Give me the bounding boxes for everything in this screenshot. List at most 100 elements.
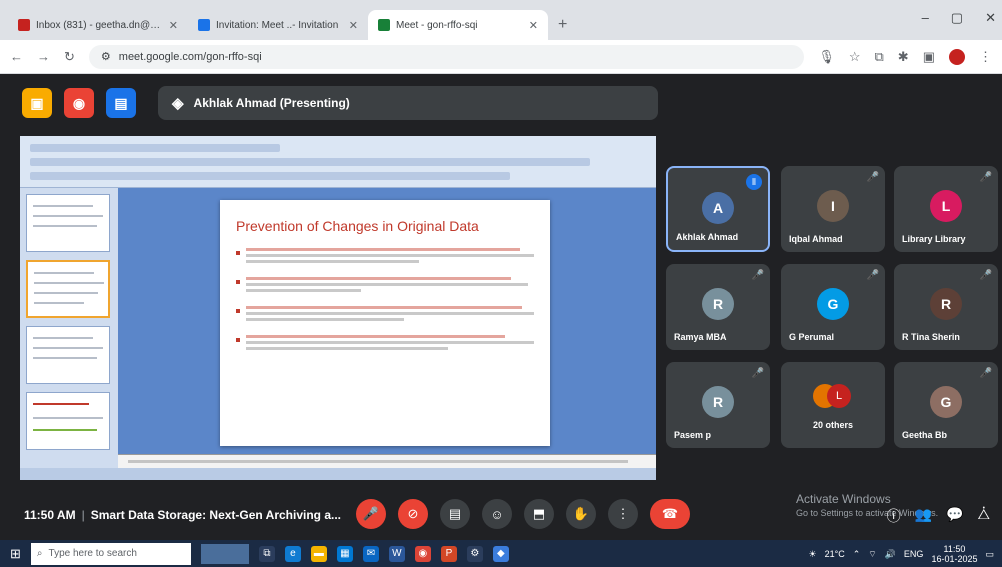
puzzle-icon[interactable]: ✱ bbox=[898, 49, 909, 65]
url-input[interactable]: ⚙ meet.google.com/gon-rffo-sqi bbox=[88, 44, 805, 69]
meet-header: ▣ ◉ ▤ ◈ Akhlak Ahmad (Presenting) bbox=[0, 74, 1002, 132]
news-widget-image[interactable] bbox=[200, 543, 249, 564]
browser-tab-gmail[interactable]: Inbox (831) - geetha.dn@ant... ✕ bbox=[8, 10, 188, 40]
more-menu-icon[interactable]: ⋮ bbox=[979, 49, 992, 65]
close-tab-icon[interactable]: ✕ bbox=[349, 19, 358, 32]
chrome-icon[interactable]: ◉ bbox=[414, 545, 431, 562]
participant-tile[interactable]: R 🎤 Ramya MBA bbox=[666, 264, 770, 350]
edge-browser-icon[interactable]: e bbox=[284, 545, 301, 562]
app-icon[interactable]: ◆ bbox=[492, 545, 509, 562]
people-icon[interactable]: 👥 bbox=[915, 506, 932, 526]
task-view-icon[interactable]: ⧉ bbox=[258, 545, 275, 562]
powerpoint-icon[interactable]: P bbox=[440, 545, 457, 562]
forward-icon[interactable]: → bbox=[37, 49, 50, 64]
activities-icon[interactable]: ⧊ bbox=[978, 506, 991, 526]
camera-off-button[interactable]: ⊘ bbox=[398, 499, 428, 529]
slide-thumbnail bbox=[26, 326, 110, 384]
chat-icon[interactable]: 💬 bbox=[946, 506, 963, 526]
store-icon[interactable]: ▦ bbox=[336, 545, 353, 562]
raise-hand-button[interactable]: ✋ bbox=[566, 499, 596, 529]
participant-tile[interactable]: A ⦀ Akhlak Ahmad bbox=[666, 166, 770, 252]
taskbar-search-input[interactable]: ⌕ Type here to search bbox=[30, 542, 191, 565]
file-explorer-icon[interactable]: ▬ bbox=[310, 545, 327, 562]
close-tab-icon[interactable]: ✕ bbox=[169, 19, 178, 32]
speaker-notes bbox=[118, 454, 656, 468]
recording-app-icon[interactable]: ◉ bbox=[64, 88, 94, 118]
extensions-icon[interactable]: ⧉ bbox=[875, 49, 884, 65]
participant-tile[interactable]: R 🎤 Pasem p bbox=[666, 362, 770, 448]
slide-thumbnail bbox=[26, 194, 110, 252]
meeting-title: Smart Data Storage: Next-Gen Archiving a… bbox=[90, 508, 342, 522]
minimize-button[interactable]: – bbox=[922, 10, 929, 26]
others-count: 20 others bbox=[812, 420, 854, 430]
ribbon-tools bbox=[30, 172, 510, 180]
participant-name: Geetha Bb bbox=[902, 430, 948, 440]
tray-chevron-icon[interactable]: ⌃ bbox=[853, 549, 861, 560]
mic-muted-icon: 🎤 bbox=[751, 368, 764, 379]
back-icon[interactable]: ← bbox=[10, 49, 23, 64]
browser-tab-invitation[interactable]: Invitation: Meet ..- Invitation ✕ bbox=[188, 10, 368, 40]
tab-title: Meet - gon-rffo-sqi bbox=[396, 19, 478, 31]
participant-name: R Tina Sherin bbox=[902, 332, 960, 342]
slides-app-icon[interactable]: ▣ bbox=[22, 88, 52, 118]
slide-thumbnail bbox=[26, 260, 110, 318]
slide-bullet bbox=[236, 277, 534, 295]
ribbon-tools bbox=[30, 158, 590, 166]
avatar: G bbox=[930, 386, 962, 418]
settings-icon[interactable]: ⚙ bbox=[466, 545, 483, 562]
address-bar: ← → ↻ ⚙ meet.google.com/gon-rffo-sqi 🎙 ☆… bbox=[0, 40, 1002, 74]
language-icon[interactable]: ENG bbox=[904, 549, 924, 559]
others-tile[interactable]: L 20 others bbox=[781, 362, 885, 448]
emoji-button[interactable]: ☺ bbox=[482, 499, 512, 529]
close-tab-icon[interactable]: ✕ bbox=[529, 19, 538, 32]
slide-bullet bbox=[236, 248, 534, 266]
participant-name: Akhlak Ahmad bbox=[676, 232, 739, 242]
windows-start-icon[interactable]: ⊞ bbox=[10, 546, 21, 562]
slide-bullet bbox=[236, 335, 534, 353]
browser-tab-strip: Inbox (831) - geetha.dn@ant... ✕ Invitat… bbox=[0, 0, 1002, 40]
weather-icon[interactable]: ☀ bbox=[809, 549, 817, 560]
participant-tile[interactable]: I 🎤 Iqbal Ahmad bbox=[781, 166, 885, 252]
participant-name: Ramya MBA bbox=[674, 332, 727, 342]
participant-tile[interactable]: L 🎤 Library Library bbox=[894, 166, 998, 252]
notifications-icon[interactable]: ▭ bbox=[985, 549, 994, 560]
participant-name: Pasem p bbox=[674, 430, 712, 440]
meet-favicon-icon bbox=[378, 19, 390, 31]
docs-app-icon[interactable]: ▤ bbox=[106, 88, 136, 118]
taskbar-clock[interactable]: 11:50 16-01-2025 bbox=[931, 544, 977, 564]
reload-icon[interactable]: ↻ bbox=[64, 49, 75, 65]
slide-thumbnail bbox=[26, 392, 110, 450]
close-window-button[interactable]: ✕ bbox=[985, 10, 996, 26]
volume-icon[interactable]: 🔊 bbox=[885, 549, 896, 560]
participant-tile[interactable]: R 🎤 R Tina Sherin bbox=[894, 264, 998, 350]
present-button[interactable]: ⬒ bbox=[524, 499, 554, 529]
info-icon[interactable]: ⓘ bbox=[887, 506, 901, 526]
maximize-button[interactable]: ▢ bbox=[951, 10, 963, 26]
windows-taskbar: ⊞ ⌕ Type here to search ⧉ e ▬ ▦ ✉ W ◉ P … bbox=[0, 540, 1002, 567]
present-screen-icon: ◈ bbox=[172, 95, 184, 112]
sidebar-icon[interactable]: ▣ bbox=[923, 49, 935, 65]
leave-call-button[interactable]: ☎ bbox=[650, 499, 690, 529]
microphone-icon[interactable]: 🎙 bbox=[818, 49, 835, 65]
participant-name: G Perumal bbox=[789, 332, 835, 342]
site-info-icon[interactable]: ⚙ bbox=[101, 50, 111, 63]
mail-icon[interactable]: ✉ bbox=[362, 545, 379, 562]
profile-avatar[interactable] bbox=[949, 48, 965, 65]
word-icon[interactable]: W bbox=[388, 545, 405, 562]
more-options-button[interactable]: ⋮ bbox=[608, 499, 638, 529]
participant-tile[interactable]: G 🎤 Geetha Bb bbox=[894, 362, 998, 448]
participant-tile[interactable]: G 🎤 G Perumal bbox=[781, 264, 885, 350]
browser-tab-meet[interactable]: Meet - gon-rffo-sqi ✕ bbox=[368, 10, 548, 40]
avatar: G bbox=[817, 288, 849, 320]
mic-off-button[interactable]: 🎤 bbox=[356, 499, 386, 529]
wifi-icon[interactable]: ⌔ bbox=[868, 549, 876, 560]
powerpoint-status-bar bbox=[20, 468, 656, 480]
tab-title: Invitation: Meet ..- Invitation bbox=[216, 19, 339, 31]
mic-muted-icon: 🎤 bbox=[979, 270, 992, 281]
slide-thumbnails bbox=[20, 188, 118, 468]
bookmark-star-icon[interactable]: ☆ bbox=[849, 49, 861, 65]
new-tab-button[interactable]: + bbox=[548, 16, 577, 40]
gmail-favicon-icon bbox=[18, 19, 30, 31]
captions-button[interactable]: ▤ bbox=[440, 499, 470, 529]
mic-muted-icon: 🎤 bbox=[751, 270, 764, 281]
